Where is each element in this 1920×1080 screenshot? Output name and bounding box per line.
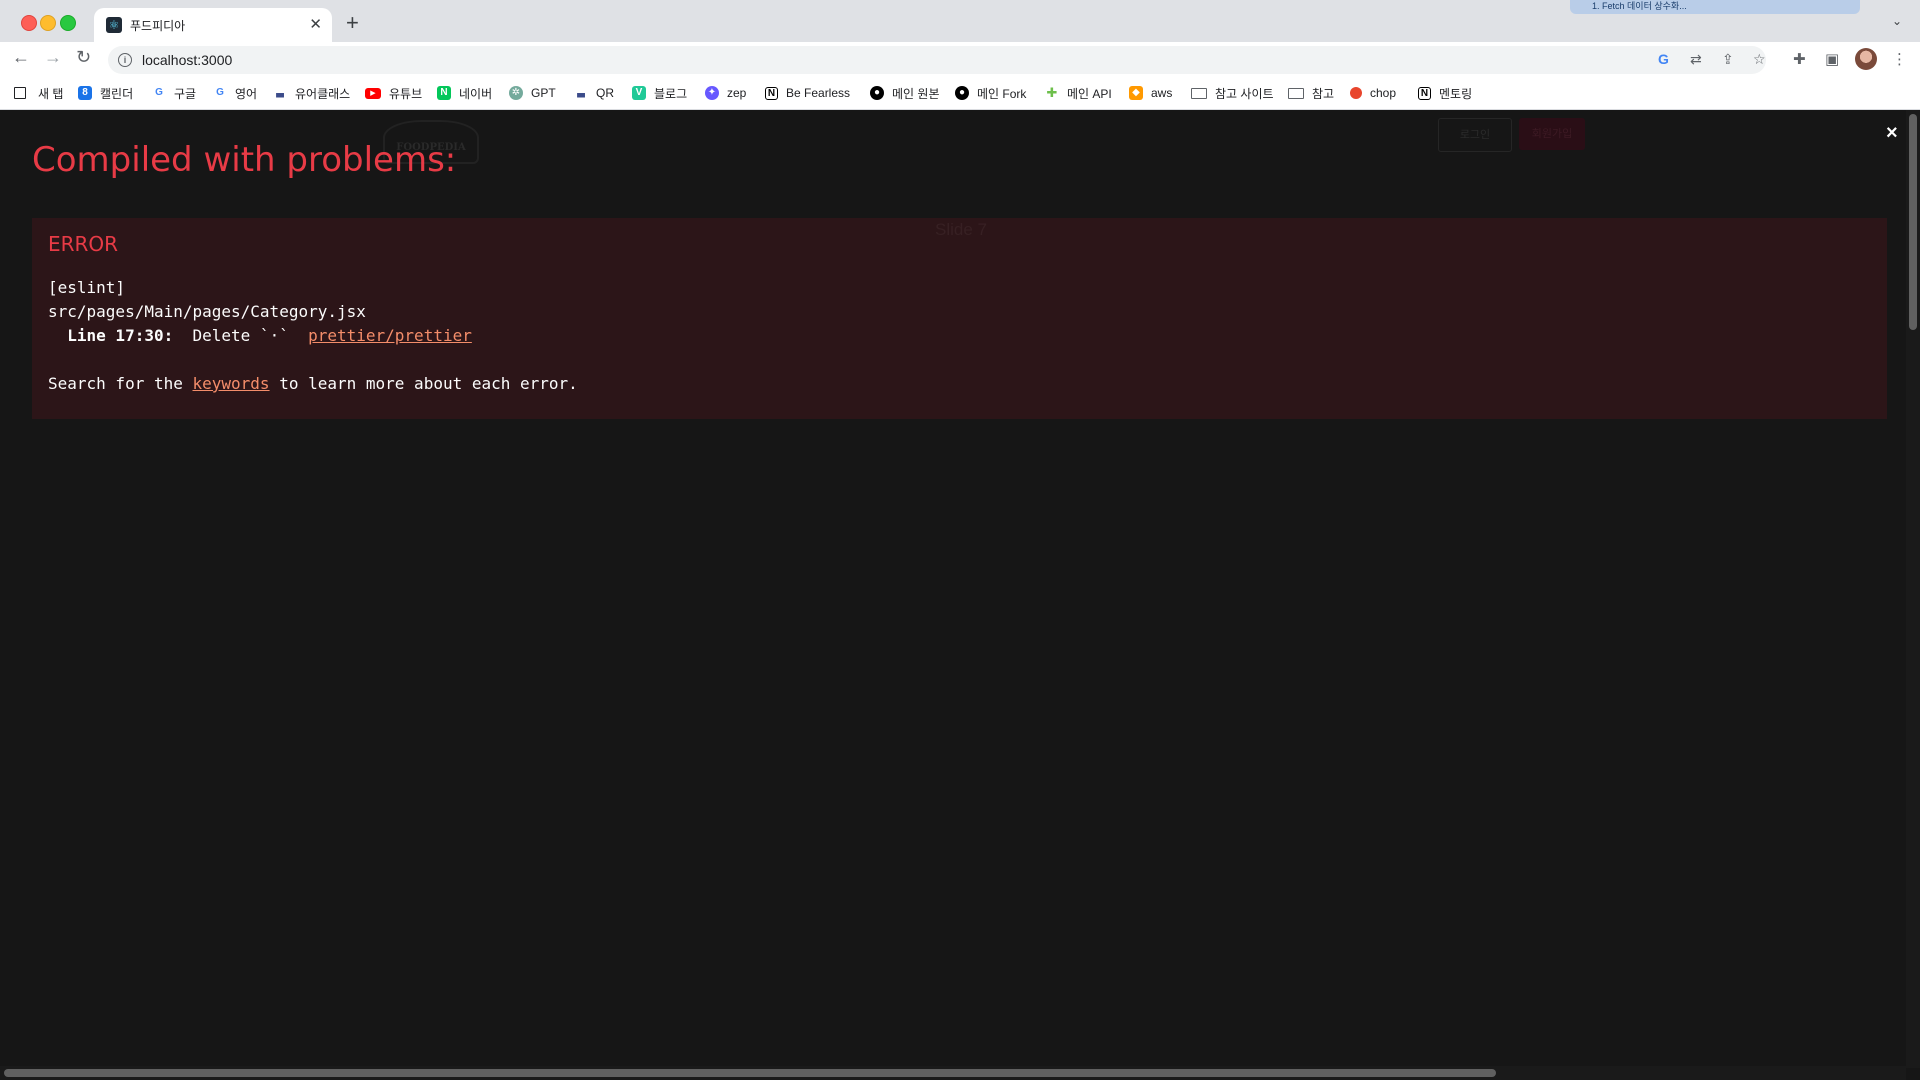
signup-button: 회원가입 [1519, 118, 1585, 150]
error-file-path: src/pages/Main/pages/Category.jsx [48, 302, 366, 321]
bookmark-item[interactable]: 새 탭 [14, 84, 63, 102]
bookmark-item[interactable]: G 구글 [152, 84, 196, 102]
close-window-button[interactable] [21, 15, 37, 31]
back-arrow-icon[interactable]: ← [12, 47, 30, 68]
minimize-window-button[interactable] [40, 15, 56, 31]
share-icon[interactable]: ⇪ [1722, 51, 1734, 68]
tab-close-icon[interactable]: ✕ [309, 15, 322, 33]
address-bar[interactable]: i localhost:3000 G ⇄ ⇪ ☆ [108, 46, 1766, 74]
extension-notice[interactable]: 1. Fetch 데이터 상수화... [1570, 0, 1860, 14]
url-text[interactable]: localhost:3000 [142, 52, 232, 68]
notion-icon: N [765, 86, 778, 100]
bookmark-item[interactable]: 8 캘린더 [78, 84, 133, 102]
notion-icon: N [1418, 86, 1431, 100]
tab-title: 푸드피디아 [130, 19, 186, 33]
bookmark-item[interactable]: ✚ 메인 API [1045, 84, 1112, 102]
rule-link[interactable]: prettier/prettier [308, 326, 472, 345]
puzzle-icon: ✚ [1046, 85, 1058, 100]
bookmark-item[interactable]: V 블로그 [632, 84, 687, 102]
overlay-title: Compiled with problems: [32, 140, 457, 180]
bookmark-item[interactable]: ● 메인 Fork [955, 84, 1026, 102]
more-menu-icon[interactable]: ⋮ [1892, 50, 1907, 68]
profile-avatar[interactable] [1855, 48, 1877, 70]
aws-icon: ◆ [1129, 86, 1143, 100]
folder-icon [1191, 87, 1207, 99]
bookmark-item[interactable]: 참고 [1288, 84, 1334, 102]
horizontal-scrollbar[interactable] [0, 1066, 1906, 1080]
overlay-close-button[interactable]: × [1886, 122, 1898, 145]
error-panel: ERROR [eslint] src/pages/Main/pages/Cate… [32, 218, 1887, 419]
bookmark-item[interactable]: G 영어 [213, 84, 257, 102]
browser-titlebar: ⚛ 푸드피디아 ✕ + 1. Fetch 데이터 상수화... ⌄ [0, 0, 1920, 42]
bookmark-item[interactable]: chop [1350, 84, 1396, 102]
new-tab-icon [14, 87, 26, 99]
bookmark-item[interactable]: N 멘토링 [1418, 84, 1472, 102]
vertical-scroll-thumb[interactable] [1909, 114, 1917, 330]
calendar-icon: 8 [78, 86, 92, 100]
extensions-puzzle-icon[interactable]: ✚ [1793, 50, 1806, 68]
hint-prefix: Search for the [48, 374, 193, 393]
google-icon: G [155, 87, 163, 98]
react-icon: ⚛ [106, 17, 122, 33]
horizontal-scroll-thumb[interactable] [4, 1069, 1496, 1077]
bookmark-item[interactable]: ● 메인 원본 [870, 84, 940, 102]
urclass-icon: ▃ [276, 87, 284, 98]
tomato-icon [1350, 87, 1362, 99]
tab-search-chevron-icon[interactable]: ⌄ [1892, 14, 1902, 28]
vertical-scrollbar[interactable] [1906, 110, 1920, 1068]
qr-icon: ▃ [577, 87, 585, 98]
github-icon: ● [870, 86, 884, 100]
folder-icon [1288, 87, 1304, 99]
bookmark-item[interactable]: N Be Fearless [765, 84, 850, 102]
error-message: [eslint] src/pages/Main/pages/Category.j… [48, 276, 578, 396]
side-panel-icon[interactable]: ▣ [1825, 50, 1839, 68]
youtube-icon: ▶ [365, 87, 381, 99]
error-source: [eslint] [48, 278, 126, 297]
openai-icon: ✲ [509, 86, 523, 100]
bookmark-item[interactable]: ▃ 유어클래스 [273, 84, 350, 102]
github-icon: ● [955, 86, 969, 100]
zep-icon: ✦ [705, 86, 719, 100]
bookmark-item[interactable]: ▃ QR [574, 84, 614, 102]
bookmarks-bar: 새 탭 8 캘린더 G 구글 G 영어 ▃ 유어클래스 ▶ 유튜브 N 네이버 ✲ GPT ▃… [0, 76, 1920, 110]
new-tab-button[interactable]: + [346, 10, 359, 36]
error-text: Delete `·` [192, 326, 289, 345]
hint-suffix: to learn more about each error. [269, 374, 578, 393]
browser-tab-active[interactable]: ⚛ 푸드피디아 ✕ [94, 8, 332, 42]
translate-icon[interactable]: ⇄ [1690, 51, 1702, 68]
login-button: 로그인 [1438, 118, 1512, 152]
bookmark-item[interactable]: N 네이버 [437, 84, 492, 102]
maximize-window-button[interactable] [60, 15, 76, 31]
naver-icon: N [437, 86, 451, 100]
error-header: ERROR [48, 232, 119, 256]
forward-arrow-icon[interactable]: → [44, 47, 62, 68]
bookmark-item[interactable]: ✦ zep [705, 84, 746, 102]
bookmark-item[interactable]: ✲ GPT [509, 84, 556, 102]
bookmark-item[interactable]: 참고 사이트 [1191, 84, 1274, 102]
bookmark-star-icon[interactable]: ☆ [1753, 51, 1766, 68]
reload-icon[interactable]: ↻ [76, 47, 91, 68]
bookmark-item[interactable]: ▶ 유튜브 [365, 84, 422, 102]
keywords-link[interactable]: keywords [193, 374, 270, 393]
google-lens-icon[interactable]: G [1658, 51, 1669, 67]
velog-icon: V [632, 86, 646, 100]
google-icon: G [216, 87, 224, 98]
error-line-ref: Line 17:30: [67, 326, 174, 345]
browser-toolbar: ← → ↻ i localhost:3000 G ⇄ ⇪ ☆ ✚ ▣ ⋮ [0, 42, 1920, 76]
bookmark-item[interactable]: ◆ aws [1129, 84, 1172, 102]
site-info-icon[interactable]: i [118, 53, 132, 67]
